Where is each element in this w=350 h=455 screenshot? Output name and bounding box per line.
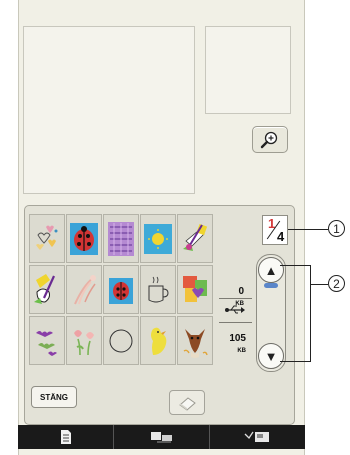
transfer-icon: [150, 432, 172, 443]
memory-used-value: 0: [238, 286, 244, 297]
memory-free-value: 105: [229, 333, 246, 344]
pattern-cell-hearts[interactable]: [29, 214, 65, 263]
ladybug-pattern-image: [70, 222, 98, 255]
pattern-grid: [29, 214, 215, 368]
memory-free: 105 KB: [220, 333, 246, 355]
hearts-pattern-image: [36, 225, 58, 250]
page-indicator: 1 4: [262, 215, 288, 245]
ladybug-small-pattern-image: [109, 277, 133, 304]
close-button[interactable]: STÄNG: [31, 386, 77, 408]
pattern-cell-mug[interactable]: [140, 265, 176, 314]
tulips-pattern-image: [74, 329, 94, 355]
pattern-cell-comet[interactable]: [66, 265, 102, 314]
purple-lace-pattern-image: [108, 221, 134, 256]
tab-transfer[interactable]: [114, 425, 210, 449]
callout-line-2d: [310, 284, 328, 285]
pattern-cell-purple-lace[interactable]: [103, 214, 139, 263]
arrow-up-icon: ▲: [264, 262, 278, 278]
bats-pattern-image: [36, 330, 57, 356]
preview-main: [23, 26, 195, 194]
scroll-down-button[interactable]: ▼: [258, 343, 284, 369]
scrollbar[interactable]: ▲ ▼: [256, 254, 286, 372]
memory-divider-bottom: [219, 322, 252, 323]
pattern-cell-tulips[interactable]: [66, 316, 102, 365]
callout-1: 1: [328, 220, 345, 237]
guitar-large-pattern-image: [34, 273, 56, 304]
callout-1-label: 1: [333, 221, 340, 236]
pattern-cell-ladybug-small[interactable]: [103, 265, 139, 314]
scroll-thumb[interactable]: [264, 283, 278, 288]
comet-pattern-image: [74, 274, 96, 304]
document-icon: [60, 430, 71, 444]
pattern-cell-guitar[interactable]: [177, 214, 213, 263]
memory-divider-top: [219, 298, 252, 299]
pattern-cell-sun[interactable]: [140, 214, 176, 263]
tab-document[interactable]: [18, 425, 114, 449]
tab-machine[interactable]: [210, 425, 305, 449]
sun-pattern-image: [144, 223, 172, 254]
pattern-cell-deer[interactable]: [177, 316, 213, 365]
memory-free-unit: KB: [237, 348, 246, 354]
mug-pattern-image: [148, 276, 169, 302]
patchwork-heart-pattern-image: [183, 275, 207, 302]
magnifier-plus-icon: [260, 131, 278, 148]
preview-thumbnail: [205, 26, 291, 114]
bottom-tab-bar: [18, 425, 305, 449]
callout-line-2a: [280, 265, 310, 266]
usb-icon: [225, 305, 245, 314]
pattern-cell-patchwork-heart[interactable]: [177, 265, 213, 314]
pattern-cell-circle-outline[interactable]: [103, 316, 139, 365]
guitar-pattern-image: [183, 223, 208, 251]
yellow-bird-pattern-image: [151, 327, 167, 355]
page-total: 4: [277, 229, 285, 244]
pattern-cell-bats[interactable]: [29, 316, 65, 365]
arrow-down-icon: ▼: [264, 348, 278, 364]
scroll-up-button[interactable]: ▲: [258, 257, 284, 283]
circle-outline-pattern-image: [109, 329, 133, 352]
pattern-cell-ladybug[interactable]: [66, 214, 102, 263]
callout-2: 2: [328, 275, 345, 292]
pattern-cell-guitar-large[interactable]: [29, 265, 65, 314]
close-button-label: STÄNG: [40, 392, 68, 402]
callout-line-2b: [280, 361, 310, 362]
eraser-icon: [179, 396, 196, 411]
pattern-cell-yellow-bird[interactable]: [140, 316, 176, 365]
deer-pattern-image: [183, 328, 208, 358]
machine-icon: [244, 431, 269, 442]
callout-line-2c: [310, 265, 311, 362]
zoom-button[interactable]: [252, 126, 288, 153]
erase-button[interactable]: [169, 390, 205, 415]
callout-2-label: 2: [333, 276, 340, 291]
callout-line-1: [288, 229, 328, 230]
